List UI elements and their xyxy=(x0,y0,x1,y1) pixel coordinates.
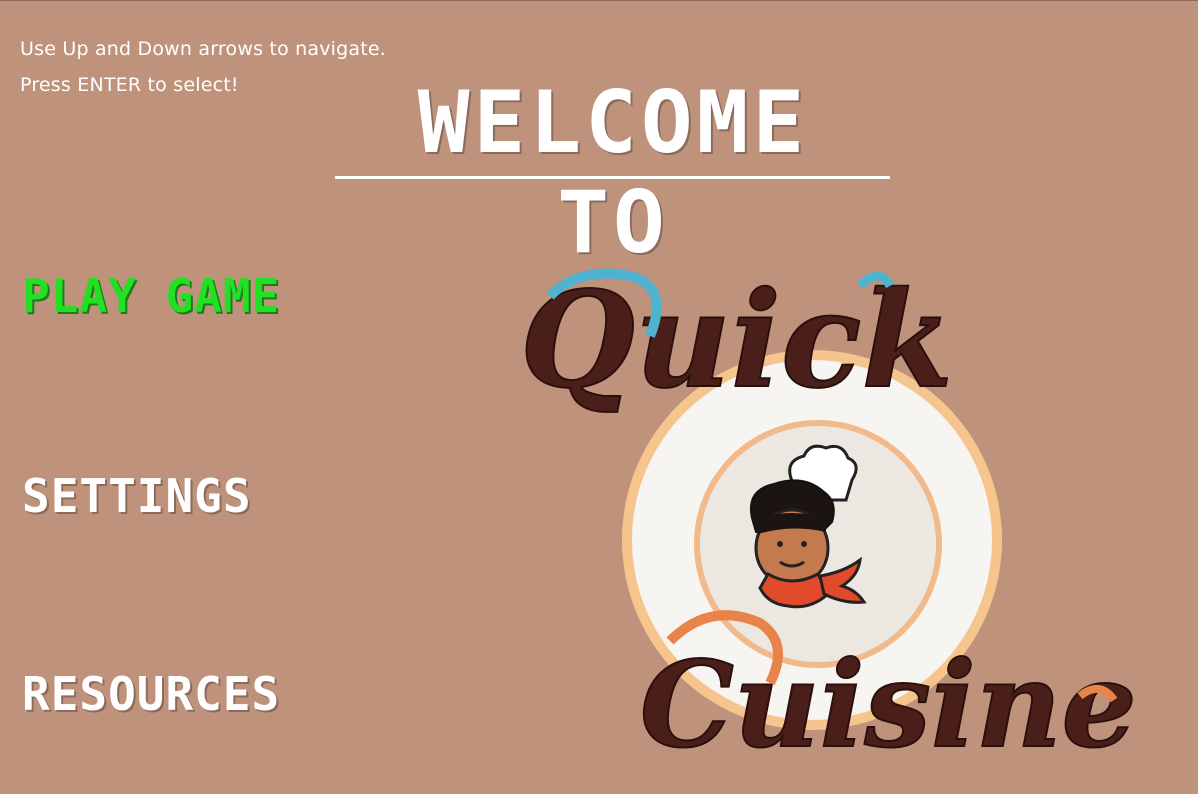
logo-word-cuisine: Cuisine xyxy=(639,610,1138,775)
game-logo: Quick Cuisine xyxy=(500,256,1170,776)
menu-settings[interactable]: SETTINGS xyxy=(22,469,252,523)
logo-word-quick: Quick xyxy=(519,262,954,419)
game-screen: Use Up and Down arrows to navigate. Pres… xyxy=(0,0,1198,794)
welcome-underline xyxy=(335,176,890,179)
instruction-select: Press ENTER to select! xyxy=(20,74,239,96)
svg-text:Cuisine: Cuisine xyxy=(640,635,1137,774)
menu-play-game[interactable]: PLAY GAME xyxy=(22,269,280,323)
instruction-navigate: Use Up and Down arrows to navigate. xyxy=(20,38,387,60)
welcome-title: WELCOME TO xyxy=(417,73,809,273)
menu-resources[interactable]: RESOURCES xyxy=(22,667,280,721)
instructions: Use Up and Down arrows to navigate. Pres… xyxy=(20,31,386,103)
